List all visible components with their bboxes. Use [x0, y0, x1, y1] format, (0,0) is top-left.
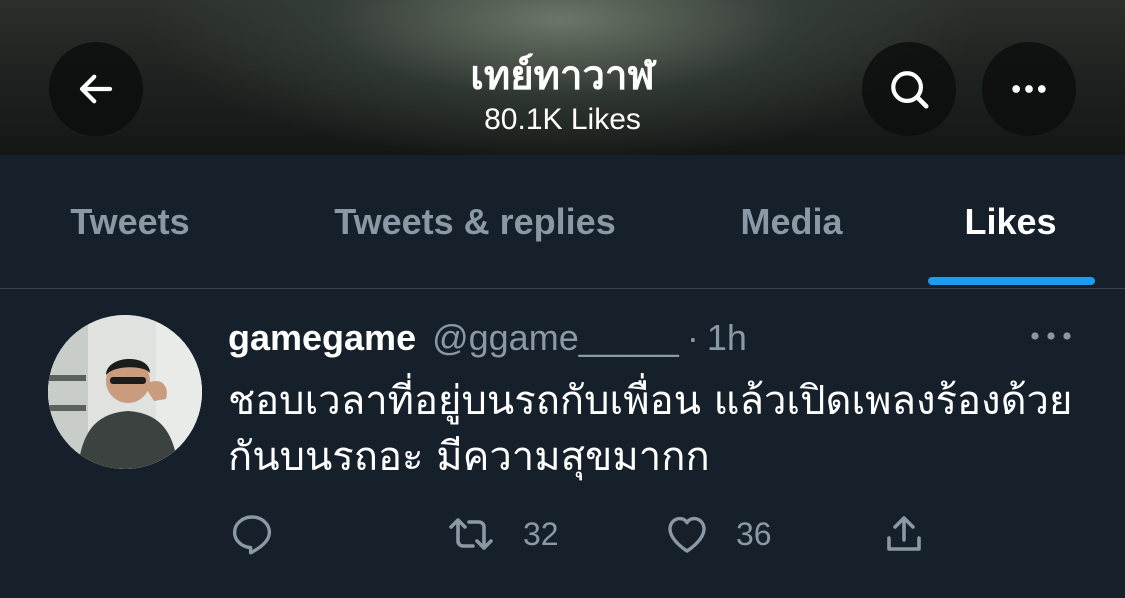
- avatar[interactable]: [48, 315, 202, 469]
- tab-likes[interactable]: Likes: [928, 155, 1093, 288]
- share-icon: [887, 516, 921, 551]
- author-handle[interactable]: @ggame_____: [432, 317, 679, 359]
- more-button[interactable]: [982, 42, 1076, 136]
- tweet-text: ชอบเวลาที่อยู่บนรถกับเพื่อน แล้วเปิดเพลง…: [228, 378, 1073, 480]
- avatar-photo: [48, 315, 202, 469]
- tab-media[interactable]: Media: [700, 155, 883, 288]
- search-button[interactable]: [862, 42, 956, 136]
- profile-header: เทย์ทาวาฬ 80.1K Likes: [0, 0, 1125, 155]
- tweet-time[interactable]: 1h: [707, 317, 747, 359]
- heart-icon: [668, 516, 706, 553]
- profile-name-title: เทย์ทาวาฬ: [470, 54, 655, 98]
- reply-button[interactable]: [228, 504, 300, 564]
- likes-count-subtitle: 80.1K Likes: [484, 103, 641, 136]
- reply-icon: [232, 515, 272, 555]
- author-name[interactable]: gamegame: [228, 317, 416, 359]
- tweet-actions: 32 36: [0, 504, 1125, 564]
- share-button[interactable]: [880, 504, 952, 564]
- tweet-more-button[interactable]: [1026, 321, 1076, 351]
- retweet-button[interactable]: 32: [443, 504, 559, 564]
- active-tab-indicator: [928, 277, 1095, 285]
- tweet-item[interactable]: gamegame @ggame_____ · 1h ชอบเวลาที่อยู่…: [0, 289, 1125, 598]
- retweet-icon: [449, 518, 493, 550]
- tweet-meta: gamegame @ggame_____ · 1h: [228, 317, 747, 361]
- search-icon: [891, 71, 929, 109]
- tab-tweets-and-replies[interactable]: Tweets & replies: [290, 155, 660, 288]
- like-button[interactable]: 36: [662, 504, 772, 564]
- more-horizontal-icon: [1031, 332, 1071, 340]
- more-horizontal-icon: [1012, 85, 1046, 93]
- meta-separator: ·: [686, 317, 699, 358]
- tab-tweets[interactable]: Tweets: [20, 155, 240, 288]
- header-title-block: เทย์ทาวาฬ 80.1K Likes: [0, 52, 1125, 138]
- retweet-count: 32: [523, 515, 559, 552]
- profile-tabs: Tweets Tweets & replies Media Likes: [0, 155, 1125, 289]
- like-count: 36: [736, 515, 772, 552]
